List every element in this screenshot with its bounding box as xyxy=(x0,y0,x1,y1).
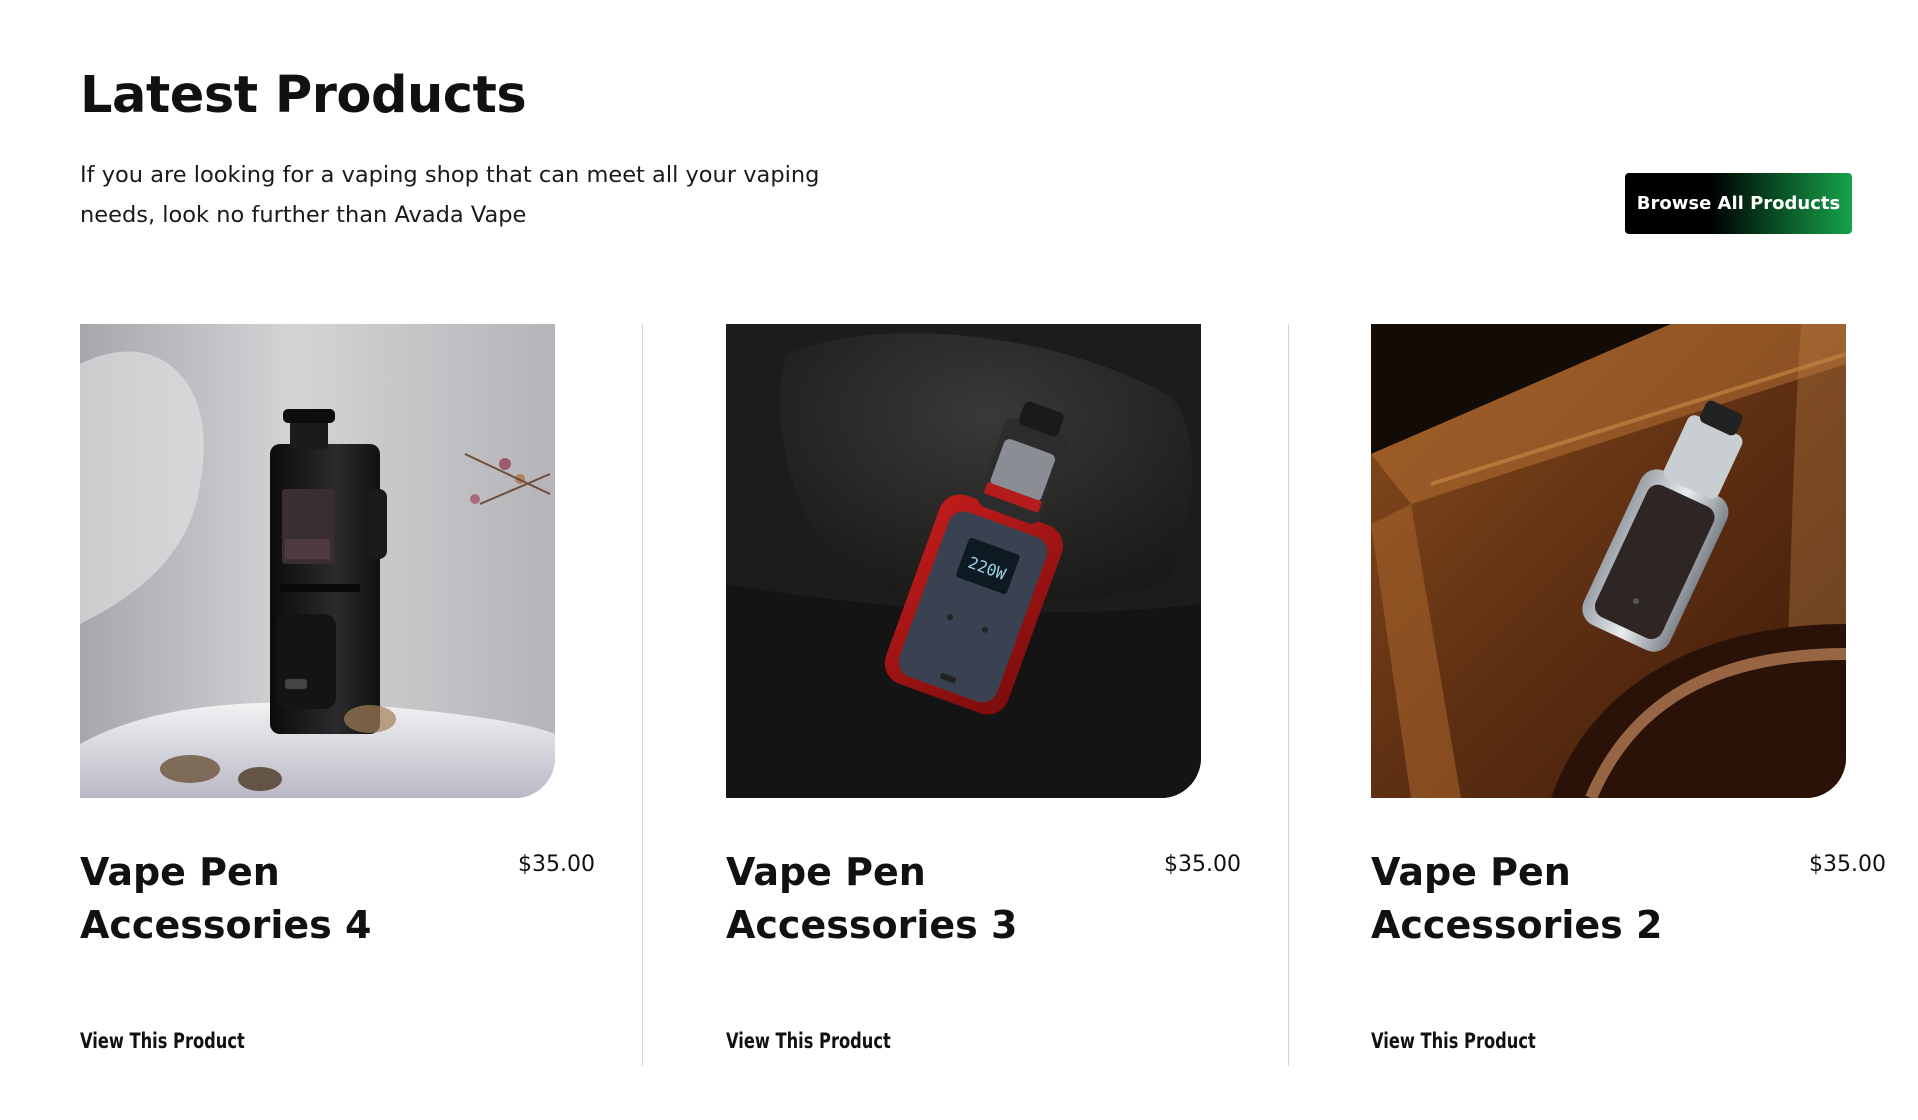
product-price: $35.00 xyxy=(1164,852,1241,877)
view-product-link[interactable]: View This Product xyxy=(1371,1029,1536,1053)
product-price: $35.00 xyxy=(518,852,595,877)
column-divider xyxy=(642,324,643,1066)
product-card: Vape Pen Accessories 2 $35.00 View This … xyxy=(1371,324,1886,1064)
column-divider xyxy=(1288,324,1289,1066)
product-image[interactable]: 220W xyxy=(726,324,1201,798)
product-title[interactable]: Vape Pen Accessories 3 xyxy=(726,846,1106,952)
section-description: If you are looking for a vaping shop tha… xyxy=(80,162,820,228)
product-image[interactable] xyxy=(1371,324,1846,798)
product-title[interactable]: Vape Pen Accessories 2 xyxy=(1371,846,1751,952)
product-card: 220W Vape Pen Accessories 3 $35.00 View … xyxy=(726,324,1241,1064)
product-title[interactable]: Vape Pen Accessories 4 xyxy=(80,846,460,952)
view-product-link[interactable]: View This Product xyxy=(726,1029,891,1053)
browse-all-products-button[interactable]: Browse All Products xyxy=(1625,173,1852,234)
section-title: Latest Products xyxy=(80,66,527,125)
view-product-link[interactable]: View This Product xyxy=(80,1029,245,1053)
product-image[interactable] xyxy=(80,324,555,798)
product-card: Vape Pen Accessories 4 $35.00 View This … xyxy=(80,324,595,1064)
product-price: $35.00 xyxy=(1809,852,1886,877)
